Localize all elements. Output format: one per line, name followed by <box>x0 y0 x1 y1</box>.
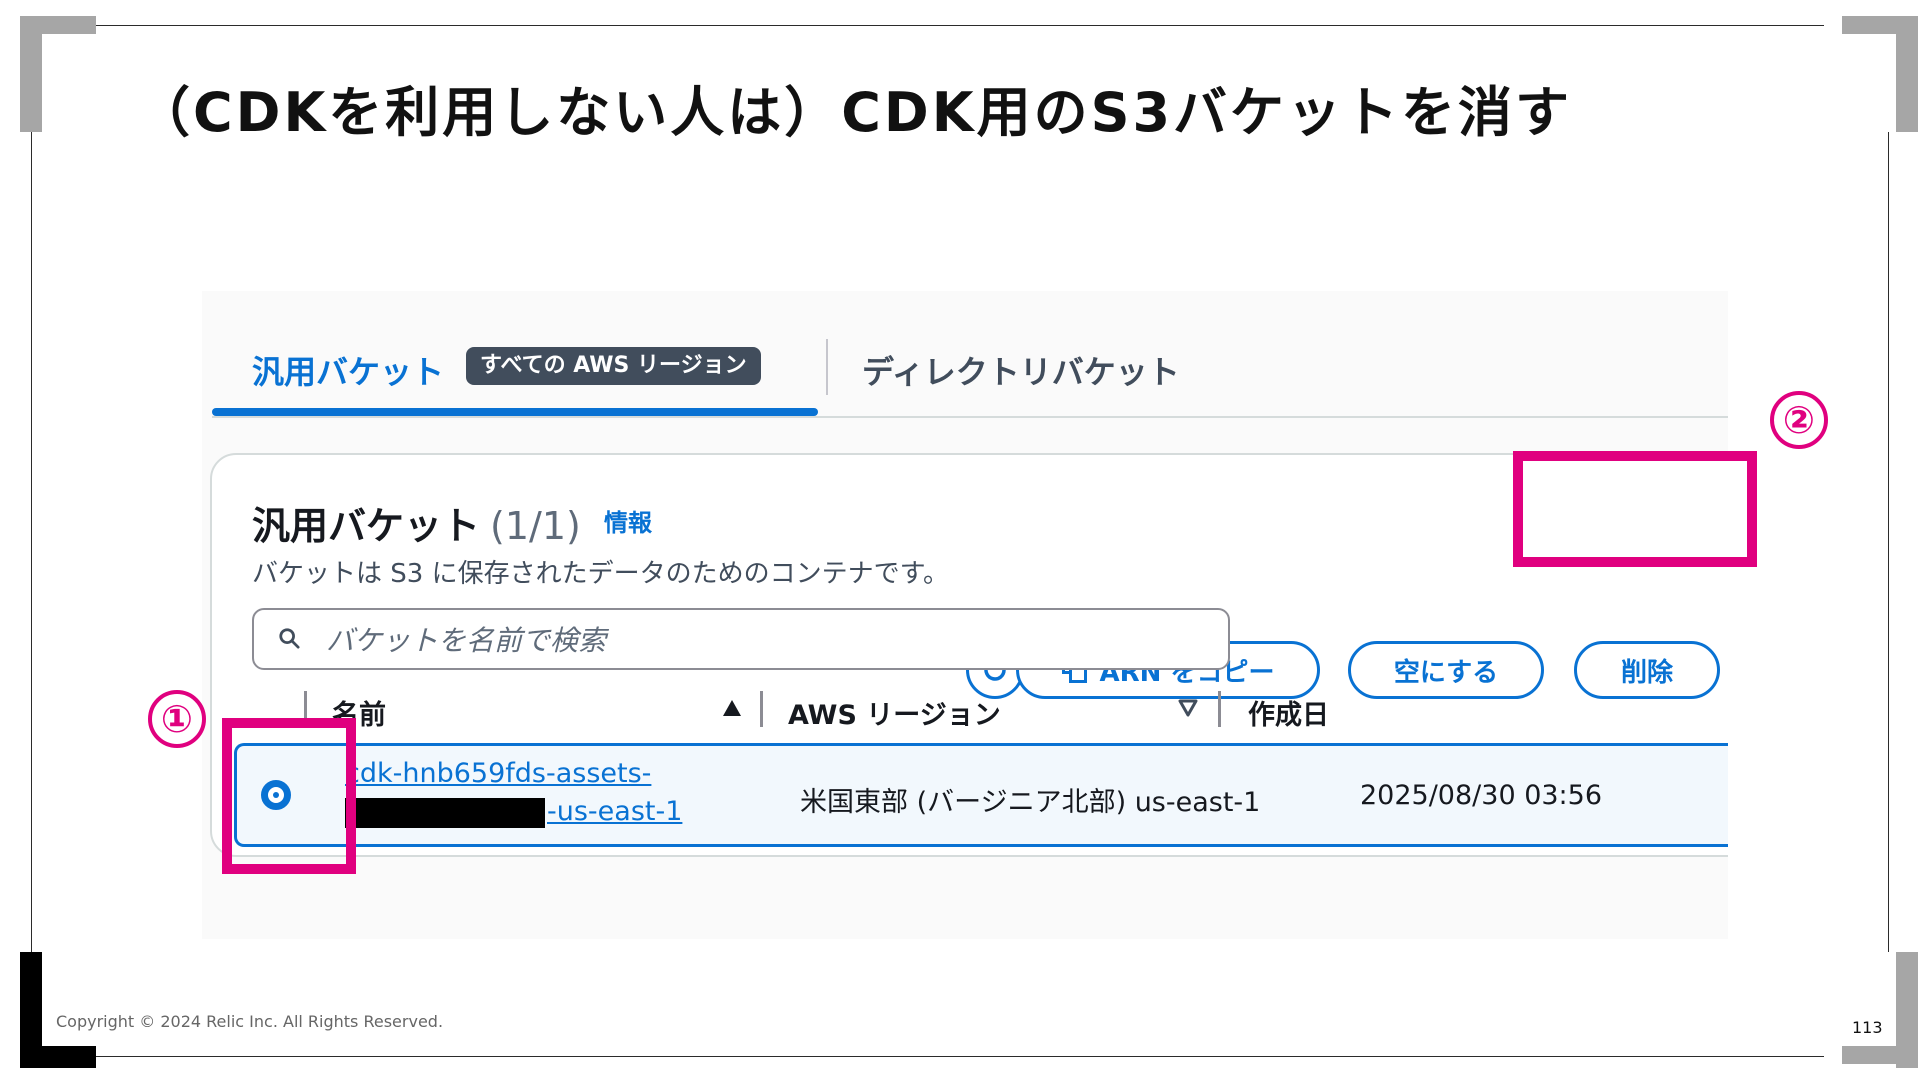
panel-title: 汎用バケット (1/1) <box>252 495 581 550</box>
frame-bottom-line <box>96 1056 1824 1057</box>
tab-directory-buckets[interactable]: ディレクトリバケット <box>862 347 1180 393</box>
corner-bottom-right <box>1896 952 1918 1068</box>
empty-bucket-button[interactable]: 空にする <box>1348 641 1544 699</box>
corner-top-right <box>1896 16 1918 132</box>
bucket-count: (1/1) <box>490 504 581 548</box>
column-separator <box>1218 691 1221 727</box>
column-header-created[interactable]: 作成日 <box>1248 693 1329 732</box>
bucket-region: 米国東部 (バージニア北部) us-east-1 <box>800 787 1261 818</box>
bucket-name-link-cont[interactable]: -us-east-1 <box>345 796 682 828</box>
column-header-region[interactable]: AWS リージョン <box>788 693 1001 732</box>
page-number: 113 <box>1852 1018 1883 1037</box>
frame-left-line <box>31 132 32 952</box>
panel-description: バケットは S3 に保存されたデータのためのコンテナです。 <box>252 559 949 589</box>
redaction-bar <box>345 797 545 828</box>
column-separator <box>760 691 763 727</box>
step-marker-2: ② <box>1770 391 1828 449</box>
corner-bottom-left <box>20 1046 96 1068</box>
info-link[interactable]: 情報 <box>604 503 652 538</box>
panel-title-text: 汎用バケット <box>252 504 481 548</box>
highlight-box-radio <box>222 718 356 874</box>
bucket-created-date: 2025/08/30 03:56 <box>1360 780 1603 811</box>
s3-console-screenshot: 汎用バケット すべての AWS リージョン ディレクトリバケット 汎用バケット(… <box>202 291 1728 939</box>
frame-top-line <box>96 25 1824 26</box>
search-input[interactable] <box>324 618 1208 662</box>
sort-ascending-icon[interactable] <box>722 699 742 717</box>
bucket-search <box>252 608 1230 670</box>
copyright: Copyright © 2024 Relic Inc. All Rights R… <box>56 1012 444 1031</box>
bucket-tabs: 汎用バケット すべての AWS リージョン ディレクトリバケット <box>212 291 1728 418</box>
delete-bucket-button[interactable]: 削除 <box>1574 641 1720 699</box>
table-row[interactable]: cdk-hnb659fds-assets- -us-east-1 米国東部 (バ… <box>234 743 1728 847</box>
region-badge: すべての AWS リージョン <box>466 347 761 385</box>
bucket-name-tail: -us-east-1 <box>547 796 683 827</box>
corner-top-left <box>20 16 42 132</box>
step-marker-1: ① <box>148 690 206 748</box>
active-tab-indicator <box>212 408 818 416</box>
slide-title: （CDKを利用しない人は）CDK用のS3バケットを消す <box>136 81 1573 144</box>
sort-unsorted-icon[interactable] <box>1178 699 1198 717</box>
tab-general-buckets[interactable]: 汎用バケット すべての AWS リージョン <box>212 347 818 407</box>
highlight-box-delete <box>1513 451 1757 567</box>
tab-general-label: 汎用バケット <box>252 353 445 391</box>
search-icon <box>279 628 300 649</box>
tab-divider <box>826 339 828 395</box>
frame-right-line <box>1888 132 1889 952</box>
bucket-name-link[interactable]: cdk-hnb659fds-assets- <box>345 758 651 789</box>
tabs-baseline <box>212 416 1728 418</box>
